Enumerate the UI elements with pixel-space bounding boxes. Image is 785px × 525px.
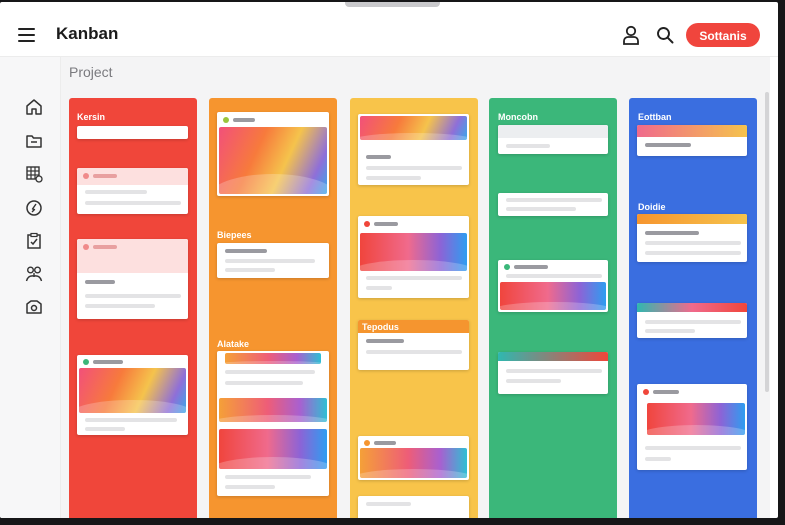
card-image <box>225 353 321 364</box>
task-card[interactable] <box>358 114 469 185</box>
card-image <box>360 116 467 140</box>
task-card[interactable] <box>637 384 747 470</box>
group-label: Biepees <box>217 230 252 240</box>
compass-icon[interactable] <box>25 199 43 217</box>
kanban-column-blue: Eottban Doidie <box>629 98 757 518</box>
checklist-icon[interactable] <box>25 232 43 250</box>
task-card[interactable] <box>77 126 188 139</box>
hamburger-menu-icon[interactable] <box>18 28 35 42</box>
task-card[interactable] <box>77 239 188 319</box>
board-scrollbar[interactable] <box>765 92 769 392</box>
task-card[interactable] <box>77 168 188 214</box>
task-card[interactable] <box>217 351 329 496</box>
window-notch <box>345 2 440 7</box>
section-label: Project <box>69 64 113 80</box>
group-label: Tepodus <box>362 322 399 332</box>
kanban-column-orange: Biepees Alatake <box>209 98 337 518</box>
task-card[interactable] <box>498 352 608 394</box>
sidebar <box>0 57 61 518</box>
settings-button[interactable]: Sottanis <box>686 23 760 47</box>
task-card[interactable] <box>217 243 329 278</box>
kanban-column-green: Moncobn <box>489 98 617 518</box>
top-bar: Kanban Sottanis <box>0 12 778 57</box>
card-image <box>360 448 467 478</box>
group-label: Alatake <box>217 339 250 349</box>
card-image <box>219 429 327 469</box>
task-card[interactable] <box>637 125 747 156</box>
calendar-grid-icon[interactable] <box>25 165 43 183</box>
card-image <box>79 368 186 413</box>
task-card[interactable] <box>77 355 188 435</box>
task-card[interactable]: Tepodus <box>358 320 469 370</box>
card-image <box>219 398 327 422</box>
task-card[interactable] <box>217 112 329 196</box>
app-window: Kanban Sottanis Project Kersin Biepees A… <box>0 2 778 518</box>
task-card[interactable] <box>637 214 747 262</box>
column-title: Moncobn <box>498 112 538 122</box>
task-card[interactable] <box>498 125 608 154</box>
column-title: Kersin <box>77 112 106 122</box>
task-card[interactable] <box>498 260 608 312</box>
user-icon[interactable] <box>622 25 640 45</box>
task-card[interactable] <box>358 496 469 518</box>
search-icon[interactable] <box>656 26 674 44</box>
card-image <box>647 403 745 435</box>
app-title: Kanban <box>56 24 119 43</box>
task-card[interactable] <box>358 216 469 298</box>
kanban-column-red: Kersin <box>69 98 197 518</box>
card-image <box>360 233 467 271</box>
task-card[interactable] <box>637 303 747 338</box>
card-image <box>500 282 606 310</box>
folder-icon[interactable] <box>25 132 43 150</box>
team-icon[interactable] <box>25 265 43 283</box>
kanban-column-yellow: Tepodus <box>350 98 478 518</box>
card-image <box>219 127 327 194</box>
group-label: Doidie <box>638 202 666 212</box>
home-icon[interactable] <box>25 98 43 116</box>
column-title: Eottban <box>638 112 672 122</box>
camera-icon[interactable] <box>25 298 43 316</box>
task-card[interactable] <box>498 193 608 216</box>
task-card[interactable] <box>358 436 469 480</box>
